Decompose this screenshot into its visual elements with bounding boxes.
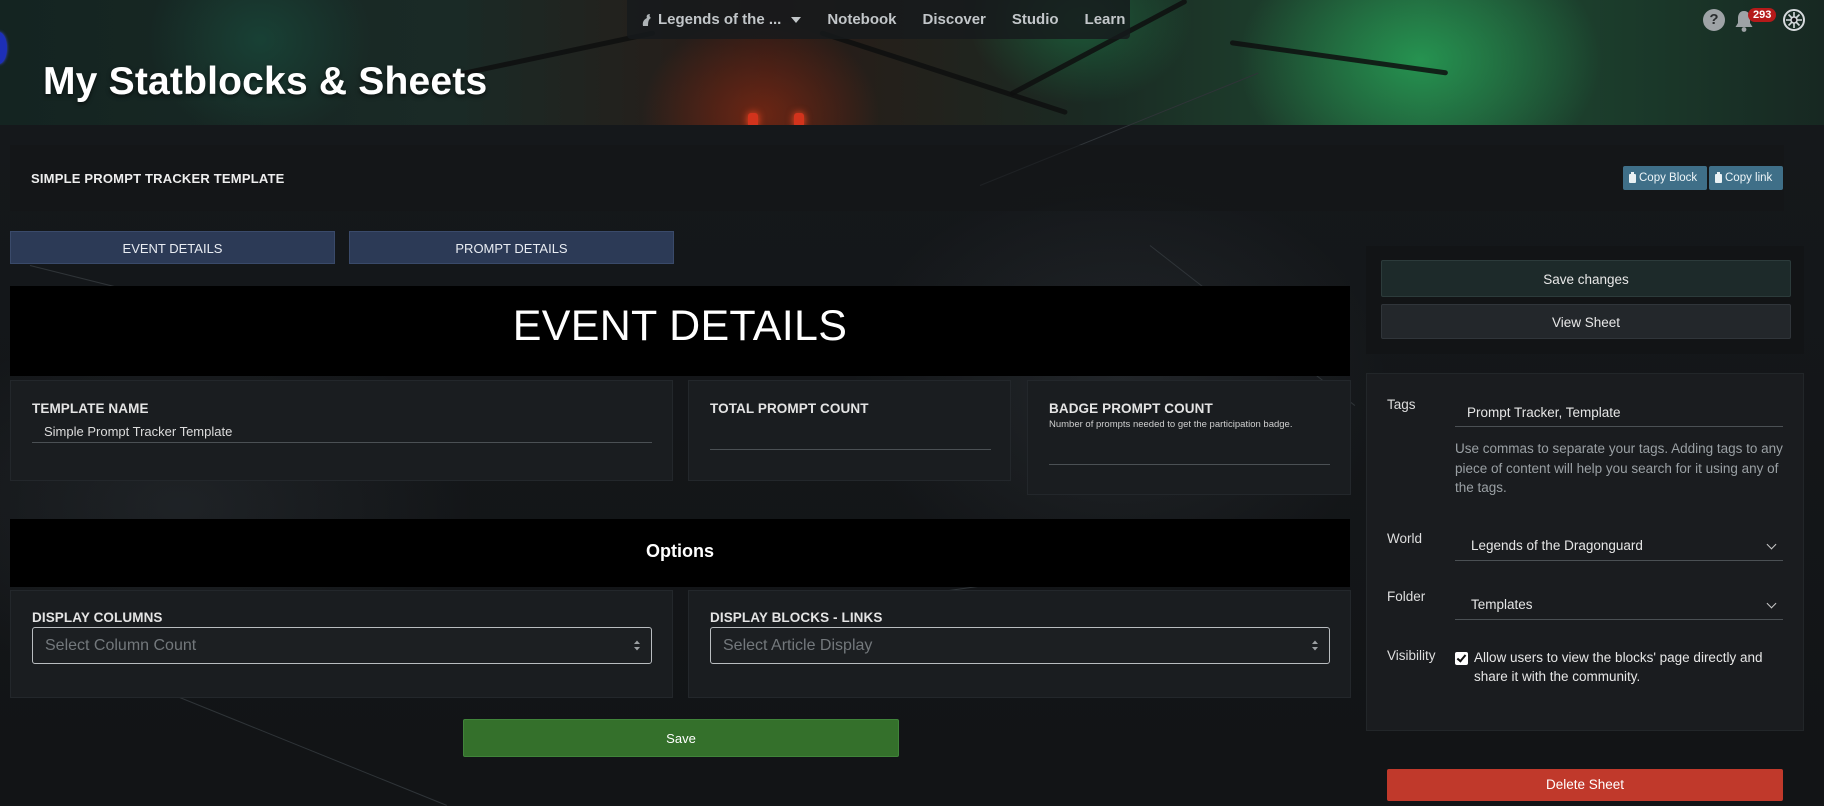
tags-label: Tags: [1387, 397, 1416, 412]
dragon-icon: [642, 13, 651, 26]
total-prompt-count-input[interactable]: [710, 428, 991, 450]
folder-select-value: Templates: [1471, 597, 1533, 612]
user-avatar-icon[interactable]: [1782, 8, 1806, 32]
badge-prompt-count-card: [1027, 380, 1351, 495]
select-arrows-icon: [634, 640, 640, 651]
save-button[interactable]: Save: [463, 719, 899, 757]
nav-studio[interactable]: Studio: [999, 11, 1072, 28]
page-title: My Statblocks & Sheets: [43, 60, 488, 103]
nav-discover[interactable]: Discover: [910, 11, 999, 28]
chevron-down-icon: [1766, 539, 1777, 550]
tab-event-details[interactable]: EVENT DETAILS: [10, 231, 335, 264]
badge-prompt-count-label: BADGE PROMPT COUNT: [1049, 401, 1213, 416]
display-blocks-links-label: DISPLAY BLOCKS - LINKS: [710, 610, 883, 625]
world-select-value: Legends of the Dragonguard: [1471, 538, 1643, 553]
tab-prompt-details[interactable]: PROMPT DETAILS: [349, 231, 674, 264]
copy-link-label: Copy link: [1725, 172, 1773, 184]
clipboard-icon: [1715, 171, 1722, 183]
nav-learn[interactable]: Learn: [1072, 11, 1139, 28]
folder-select[interactable]: Templates: [1455, 590, 1783, 620]
visibility-label: Visibility: [1387, 648, 1436, 663]
folder-label: Folder: [1387, 589, 1426, 604]
template-name-label: TEMPLATE NAME: [32, 401, 149, 416]
display-columns-placeholder: Select Column Count: [45, 637, 197, 654]
chevron-down-icon: [1766, 598, 1777, 609]
badge-prompt-count-help: Number of prompts needed to get the part…: [1049, 419, 1293, 430]
sheet-name: SIMPLE PROMPT TRACKER TEMPLATE: [31, 171, 285, 186]
copy-link-button[interactable]: Copy link: [1709, 166, 1783, 190]
nav-notebook[interactable]: Notebook: [814, 11, 909, 28]
display-blocks-links-placeholder: Select Article Display: [723, 637, 873, 654]
world-select[interactable]: Legends of the Dragonguard: [1455, 531, 1783, 561]
badge-prompt-count-input[interactable]: [1049, 443, 1330, 465]
world-label: World: [1387, 531, 1423, 546]
clipboard-icon: [1629, 171, 1636, 183]
event-details-title: EVENT DETAILS: [512, 302, 848, 350]
top-navigation: Legends of the ... Notebook Discover Stu…: [627, 0, 1130, 39]
total-prompt-count-label: TOTAL PROMPT COUNT: [710, 401, 869, 416]
visibility-description: Allow users to view the blocks' page dir…: [1474, 650, 1763, 684]
options-title: Options: [646, 541, 714, 561]
delete-sheet-button[interactable]: Delete Sheet: [1387, 769, 1783, 801]
chevron-down-icon: [791, 16, 802, 23]
copy-block-label: Copy Block: [1639, 172, 1698, 184]
copy-block-button[interactable]: Copy Block: [1623, 166, 1707, 190]
save-changes-button[interactable]: Save changes: [1381, 260, 1791, 297]
display-blocks-links-select[interactable]: Select Article Display: [710, 627, 1330, 664]
display-columns-select[interactable]: Select Column Count: [32, 627, 652, 664]
tags-input[interactable]: Prompt Tracker, Template: [1455, 399, 1783, 427]
visibility-checkbox[interactable]: [1455, 652, 1468, 665]
display-columns-label: DISPLAY COLUMNS: [32, 610, 163, 625]
world-switcher-label: Legends of the ...: [658, 11, 782, 28]
help-icon[interactable]: ?: [1703, 9, 1725, 31]
notification-count-badge: 293: [1748, 8, 1777, 22]
view-sheet-button[interactable]: View Sheet: [1381, 304, 1791, 339]
world-switcher[interactable]: Legends of the ...: [627, 11, 814, 28]
tags-help-text: Use commas to separate your tags. Adding…: [1455, 441, 1783, 495]
template-name-input[interactable]: Simple Prompt Tracker Template: [32, 421, 652, 443]
select-arrows-icon: [1312, 640, 1318, 651]
